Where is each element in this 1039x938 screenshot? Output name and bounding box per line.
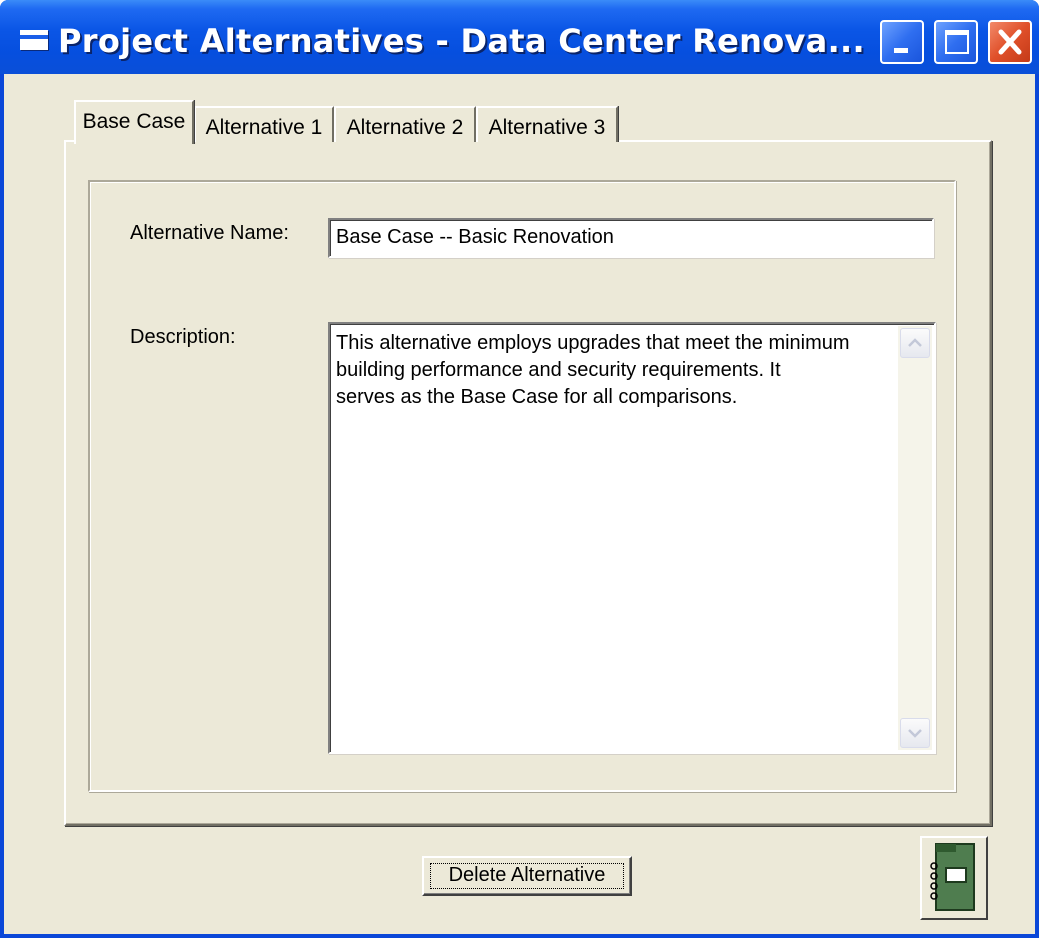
minimize-button[interactable] bbox=[880, 20, 924, 64]
notebook-button[interactable] bbox=[920, 836, 988, 920]
alternative-name-label: Alternative Name: bbox=[130, 222, 289, 244]
maximize-button[interactable] bbox=[934, 20, 978, 64]
description-textarea[interactable]: This alternative employs upgrades that m… bbox=[328, 322, 936, 754]
chevron-down-icon bbox=[908, 729, 922, 738]
notebook-icon bbox=[930, 843, 975, 911]
chevron-up-icon bbox=[908, 338, 922, 347]
alternative-name-input[interactable]: Base Case -- Basic Renovation bbox=[328, 218, 934, 258]
tab-alternative-1[interactable]: Alternative 1 bbox=[194, 106, 334, 142]
tab-alternative-2[interactable]: Alternative 2 bbox=[334, 106, 476, 142]
dialog-client-area: Base Case Alternative 1 Alternative 2 Al… bbox=[4, 74, 1035, 934]
delete-alternative-button[interactable]: Delete Alternative bbox=[422, 856, 632, 896]
description-label: Description: bbox=[130, 326, 236, 348]
tab-label: Alternative 2 bbox=[346, 116, 464, 139]
close-button[interactable] bbox=[988, 20, 1032, 64]
focus-rectangle bbox=[430, 863, 624, 889]
tab-label: Alternative 3 bbox=[488, 116, 606, 139]
window-app-icon[interactable] bbox=[20, 30, 48, 50]
maximize-icon bbox=[945, 30, 969, 54]
scroll-down-button[interactable] bbox=[900, 718, 930, 748]
dialog-window: Project Alternatives - Data Center Renov… bbox=[0, 0, 1039, 938]
scroll-up-button[interactable] bbox=[900, 328, 930, 358]
description-text: This alternative employs upgrades that m… bbox=[336, 332, 850, 408]
tab-label: Base Case bbox=[82, 110, 186, 133]
tab-base-case[interactable]: Base Case bbox=[74, 100, 194, 144]
tab-label: Alternative 1 bbox=[205, 116, 323, 139]
close-icon bbox=[998, 29, 1022, 55]
window-title: Project Alternatives - Data Center Renov… bbox=[58, 22, 865, 60]
description-scrollbar[interactable] bbox=[898, 326, 932, 750]
title-bar[interactable]: Project Alternatives - Data Center Renov… bbox=[0, 0, 1039, 74]
tab-alternative-3[interactable]: Alternative 3 bbox=[476, 106, 618, 142]
minimize-icon bbox=[894, 48, 908, 53]
